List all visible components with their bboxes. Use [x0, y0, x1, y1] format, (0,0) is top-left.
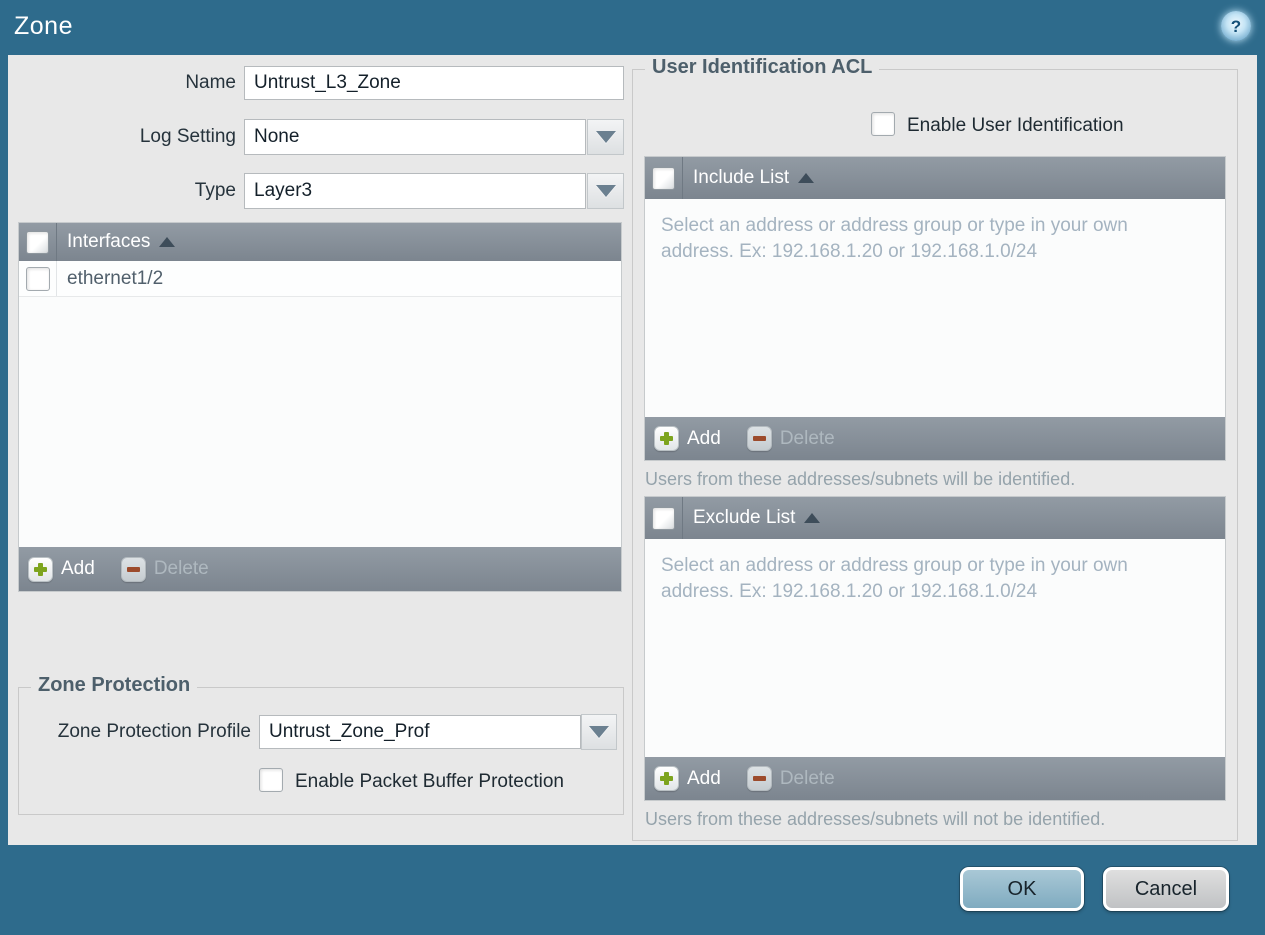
sort-ascending-icon[interactable]: [159, 237, 176, 247]
add-button-label: Add: [687, 767, 721, 789]
zone-protection-profile-dropdown-button[interactable]: [581, 714, 617, 750]
exclude-list-header[interactable]: Exclude List: [645, 497, 1225, 539]
add-button-label: Add: [61, 558, 95, 579]
zone-protection-legend: Zone Protection: [31, 674, 198, 697]
type-label: Type: [194, 180, 236, 201]
exclude-select-all-cell: [645, 497, 683, 539]
interfaces-table: Interfaces ethernet1/2 Add Delete: [18, 222, 622, 592]
user-identification-acl-legend: User Identification ACL: [645, 56, 880, 79]
include-list-header[interactable]: Include List: [645, 157, 1225, 199]
interfaces-table-body: ethernet1/2: [19, 261, 621, 547]
exclude-list-footer: Add Delete: [645, 757, 1225, 800]
interfaces-header-label: Interfaces: [67, 231, 151, 252]
minus-icon: [746, 766, 772, 791]
add-button-label: Add: [687, 427, 721, 449]
zone-protection-profile-input[interactable]: [259, 715, 581, 749]
include-select-all-cell: [645, 157, 683, 199]
dialog-body: Name Log Setting Type Interfaces: [8, 55, 1257, 845]
interface-name-cell: ethernet1/2: [67, 267, 164, 289]
include-list-label: Include List: [693, 167, 790, 188]
include-list-placeholder: Select an address or address group or ty…: [661, 215, 1128, 262]
enable-user-identification-checkbox[interactable]: [871, 112, 895, 136]
sort-ascending-icon[interactable]: [798, 173, 815, 183]
exclude-select-all-checkbox[interactable]: [652, 506, 675, 530]
name-label: Name: [185, 72, 236, 93]
include-delete-button[interactable]: Delete: [746, 426, 835, 451]
log-setting-dropdown-button[interactable]: [587, 119, 624, 155]
type-dropdown-button[interactable]: [587, 173, 624, 209]
zone-protection-profile-label: Zone Protection Profile: [57, 721, 251, 742]
user-identification-acl-fieldset: User Identification ACL Enable User Iden…: [632, 56, 1238, 841]
enable-user-identification-label: Enable User Identification: [907, 115, 1124, 136]
zone-dialog: Zone ? Name Log Setting Type Interfaces: [0, 0, 1265, 935]
delete-button-label: Delete: [779, 427, 835, 449]
packet-buffer-protection-checkbox[interactable]: [259, 768, 283, 792]
minus-icon: [746, 426, 772, 451]
exclude-list-body: Select an address or address group or ty…: [645, 539, 1225, 757]
interfaces-add-button[interactable]: Add: [28, 556, 95, 582]
interface-row-checkbox-cell: [19, 261, 57, 296]
include-list-note: Users from these addresses/subnets will …: [645, 469, 1076, 489]
zone-protection-fieldset: Zone Protection Zone Protection Profile …: [18, 674, 624, 815]
include-list-table: Include List Select an address or addres…: [644, 156, 1226, 461]
plus-icon: [654, 766, 679, 791]
exclude-list-label: Exclude List: [693, 507, 796, 528]
delete-button-label: Delete: [779, 767, 835, 789]
name-input[interactable]: [244, 66, 624, 100]
interfaces-select-all-checkbox[interactable]: [26, 230, 49, 254]
chevron-down-icon: [595, 185, 616, 197]
chevron-down-icon: [589, 726, 609, 738]
interface-row[interactable]: ethernet1/2: [19, 261, 621, 297]
exclude-list-note: Users from these addresses/subnets will …: [645, 809, 1106, 829]
packet-buffer-protection-label: Enable Packet Buffer Protection: [295, 771, 564, 792]
log-setting-label: Log Setting: [139, 126, 236, 147]
cancel-button[interactable]: Cancel: [1103, 867, 1229, 911]
sort-ascending-icon[interactable]: [804, 513, 821, 523]
interfaces-select-all-cell: [19, 223, 57, 261]
minus-icon: [120, 556, 146, 582]
dialog-titlebar: Zone ?: [0, 0, 1265, 55]
include-list-footer: Add Delete: [645, 417, 1225, 460]
delete-button-label: Delete: [153, 558, 209, 579]
include-select-all-checkbox[interactable]: [652, 166, 675, 190]
exclude-delete-button[interactable]: Delete: [746, 766, 835, 791]
include-add-button[interactable]: Add: [654, 426, 721, 451]
dialog-title: Zone: [14, 12, 73, 40]
question-mark-glyph: ?: [1230, 16, 1242, 36]
interfaces-table-footer: Add Delete: [19, 547, 621, 591]
interfaces-table-header[interactable]: Interfaces: [19, 223, 621, 261]
interface-row-checkbox[interactable]: [25, 266, 50, 291]
plus-icon: [654, 426, 679, 451]
interfaces-delete-button[interactable]: Delete: [120, 556, 209, 582]
exclude-list-placeholder: Select an address or address group or ty…: [661, 555, 1128, 602]
ok-button[interactable]: OK: [960, 867, 1084, 911]
chevron-down-icon: [595, 131, 616, 143]
plus-icon: [28, 556, 53, 582]
exclude-list-table: Exclude List Select an address or addres…: [644, 496, 1226, 801]
include-list-body: Select an address or address group or ty…: [645, 199, 1225, 417]
log-setting-input[interactable]: [244, 119, 586, 155]
type-input[interactable]: [244, 173, 586, 209]
exclude-add-button[interactable]: Add: [654, 766, 721, 791]
help-icon[interactable]: ?: [1221, 11, 1251, 41]
